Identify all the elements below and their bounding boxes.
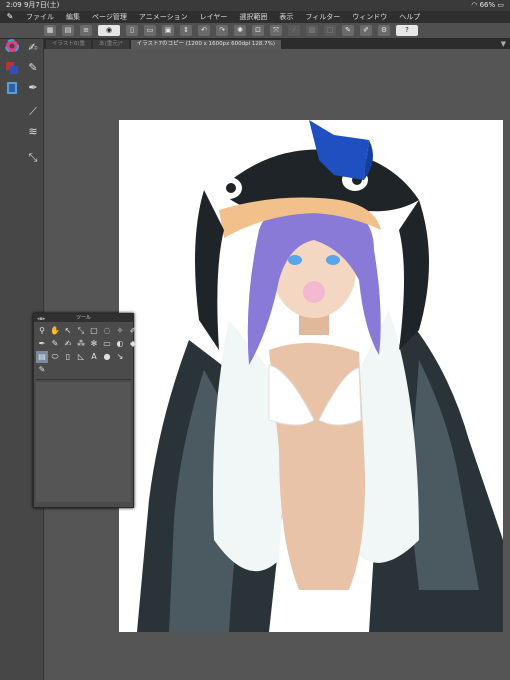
save-icon[interactable]: ▣ — [162, 25, 174, 36]
brush-icon[interactable]: ✍ — [62, 338, 74, 350]
ruler-tool-icon[interactable]: ◺ — [75, 351, 87, 363]
menu-view[interactable]: 表示 — [273, 11, 299, 23]
grid-icon[interactable]: ▦ — [44, 25, 56, 36]
menu-edit[interactable]: 編集 — [60, 11, 86, 23]
artwork-canvas[interactable] — [119, 120, 503, 632]
airbrush-icon[interactable]: ⁂ — [75, 338, 87, 350]
new-icon[interactable]: ▤ — [62, 25, 74, 36]
zoom-tool-icon[interactable]: ⚲ — [36, 325, 48, 337]
status-bar: 2:09 9月7日(土) ◠ 66% ▭ — [0, 0, 510, 11]
pencil-icon[interactable]: ✎ — [49, 338, 61, 350]
open-icon[interactable]: ▭ — [144, 25, 156, 36]
frame-tool-icon[interactable]: ▯ — [62, 351, 74, 363]
tool-grid: ⚲ ✋ ↖ ⤡ ▢ ◌ ✧ ✐ ✒ ✎ ✍ ⁂ ✻ ▭ ◐ ◆ ▤ ⬭ ▯ ◺ … — [34, 322, 136, 379]
menu-layer[interactable]: レイヤー — [194, 11, 234, 23]
redo-icon[interactable]: ↷ — [216, 25, 228, 36]
document-tabs: イラスト6(重 あ(重元)* イラスト7のコピー (1200 x 1600px … — [44, 39, 510, 49]
frame-icon[interactable]: □ — [324, 25, 336, 36]
tab-1[interactable]: イラスト6(重 — [46, 40, 92, 49]
wifi-icon: ◠ — [471, 1, 478, 9]
brush-settings-icon[interactable]: ✐ — [360, 25, 372, 36]
menu-page[interactable]: ページ管理 — [86, 11, 133, 23]
operation-tool-icon[interactable]: ↖ — [62, 325, 74, 337]
clear-icon[interactable]: ⁄ — [288, 25, 300, 36]
fill-icon[interactable]: ▧ — [306, 25, 318, 36]
blend-icon[interactable]: ◐ — [114, 338, 126, 350]
tab-2[interactable]: あ(重元)* — [93, 40, 129, 49]
tool-panel[interactable]: ◂▪▸ ツール ⚲ ✋ ↖ ⤡ ▢ ◌ ✧ ✐ ✒ ✎ ✍ ⁂ ✻ ▭ ◐ ◆ … — [33, 313, 136, 508]
text-tool-icon[interactable]: A — [88, 351, 100, 363]
line-tool-icon[interactable]: ⟋ — [26, 105, 40, 119]
select-tool-icon[interactable]: ▢ — [88, 325, 100, 337]
battery-icon: ▭ — [497, 1, 504, 9]
menu-selection[interactable]: 選択範囲 — [233, 11, 273, 23]
file-icon[interactable]: ▯ — [126, 25, 138, 36]
battery-level: 66% — [479, 1, 496, 9]
menu-file[interactable]: ファイル — [20, 11, 60, 23]
color-wheel-icon[interactable] — [5, 39, 19, 53]
decoration-icon[interactable]: ✻ — [88, 338, 100, 350]
color-set-icon[interactable] — [5, 81, 19, 95]
app-logo-icon[interactable]: ✎ — [0, 11, 20, 23]
color-swatch-icon[interactable] — [5, 61, 19, 75]
move-layer-icon[interactable]: ⤡ — [75, 325, 87, 337]
wand-tool-icon[interactable]: ✧ — [114, 325, 126, 337]
tool-panel-divider — [36, 379, 131, 380]
layers-icon[interactable]: ≡ — [80, 25, 92, 36]
panel-controls-icon[interactable]: ◂▪▸ — [37, 315, 45, 323]
menu-filter[interactable]: フィルター — [299, 11, 346, 23]
eraser-tool-icon[interactable]: ✎ — [26, 61, 40, 75]
transform-icon[interactable]: ⤧ — [270, 25, 282, 36]
tool-panel-title: ツール — [75, 315, 91, 321]
help-button[interactable]: ? — [396, 25, 418, 36]
stepper-icon[interactable]: ⇕ — [180, 25, 192, 36]
eraser-icon[interactable]: ▭ — [101, 338, 113, 350]
fill-bucket-icon[interactable]: ◆ — [127, 338, 139, 350]
gradient-tool-icon[interactable]: ▤ — [36, 351, 48, 363]
tool-panel-header[interactable]: ◂▪▸ ツール — [34, 314, 133, 322]
menu-window[interactable]: ウィンドウ — [346, 11, 393, 23]
eye-icon[interactable]: ◉ — [98, 25, 120, 36]
undo-icon[interactable]: ↶ — [198, 25, 210, 36]
illustration — [137, 120, 503, 632]
status-date: 9月7日(土) — [23, 1, 60, 9]
collapse-icon[interactable]: ▼ — [501, 40, 506, 48]
menu-bar: ✎ ファイル 編集 ページ管理 アニメーション レイヤー 選択範囲 表示 フィル… — [0, 11, 510, 23]
lasso-tool-icon[interactable]: ◌ — [101, 325, 113, 337]
menu-animation[interactable]: アニメーション — [133, 11, 194, 23]
loading-icon[interactable]: ✺ — [234, 25, 246, 36]
command-toolbar: ▦ ▤ ≡ ◉ ▯ ▭ ▣ ⇕ ↶ ↷ ✺ ⊡ ⤧ ⁄ ▧ □ ✎ ✐ ⚙ ? — [0, 23, 510, 39]
pen-icon[interactable]: ✒ — [36, 338, 48, 350]
spacer-icon — [127, 351, 139, 363]
layer-stack-icon[interactable]: ≋ — [26, 125, 40, 139]
hand-tool-icon[interactable]: ✋ — [49, 325, 61, 337]
pen-settings-icon[interactable]: ✎ — [342, 25, 354, 36]
settings-icon[interactable]: ⚙ — [378, 25, 390, 36]
correct-line-icon[interactable]: ↘ — [114, 351, 126, 363]
tool-panel-body — [36, 382, 131, 502]
menu-help[interactable]: ヘルプ — [393, 11, 426, 23]
fit-icon[interactable]: ⊡ — [252, 25, 264, 36]
extra-tool-icon[interactable]: ✎ — [36, 364, 48, 376]
figure-tool-icon[interactable]: ⬭ — [49, 351, 61, 363]
pen-tool-icon[interactable]: ✒ — [26, 81, 40, 95]
balloon-tool-icon[interactable]: ● — [101, 351, 113, 363]
status-time: 2:09 — [6, 1, 22, 9]
brush-tool-icon[interactable]: ✍ — [26, 41, 40, 55]
move-tool-icon[interactable]: ⤡ — [26, 151, 40, 165]
eyedropper-tool-icon[interactable]: ✐ — [127, 325, 139, 337]
tab-active[interactable]: イラスト7のコピー (1200 x 1600px 600dpi 128.7%) — [130, 40, 281, 49]
